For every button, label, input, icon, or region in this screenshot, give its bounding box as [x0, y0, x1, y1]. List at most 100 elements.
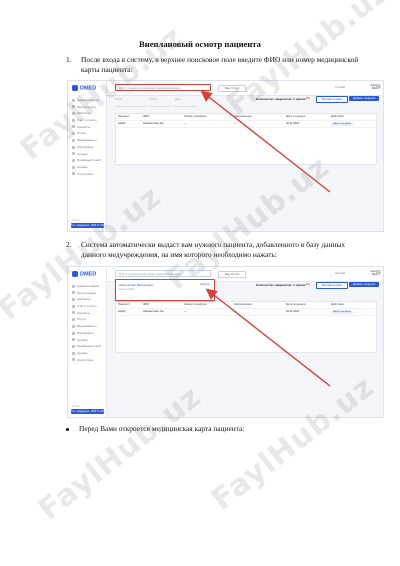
sidebar-item-label: Расписание	[77, 330, 94, 335]
sidebar-item-label: Регистратура	[77, 290, 96, 295]
table-cell: Арабх	[118, 122, 126, 125]
menu-icon	[72, 145, 75, 149]
sidebar-item-label: Архивы	[77, 350, 88, 355]
sidebar-item-label: Архивы	[77, 164, 88, 169]
version-label: v1.0.0	[72, 219, 80, 222]
add-patient-button[interactable]: Добавить пациента	[349, 282, 379, 287]
services-button[interactable]: Мед. Услуги	[218, 271, 246, 278]
column-header: Номер телефона	[184, 115, 207, 118]
add-patient-button[interactable]: Добавить пациента	[349, 96, 379, 101]
menu-icon	[72, 331, 75, 335]
sidebar-item[interactable]: Склады	[72, 337, 101, 344]
language-selector[interactable]: Русский	[335, 272, 345, 275]
sidebar-item-label: Склады	[77, 151, 88, 156]
appointment-chip[interactable]: Запись на приём	[331, 122, 354, 126]
avatar[interactable]	[376, 84, 381, 89]
result-card-number: Карта №0001	[119, 288, 136, 291]
count-badge: 2/3	[306, 97, 310, 100]
sidebar-item-label: Учёт и отчёты	[77, 304, 97, 309]
table-row[interactable]: Арабх Амонов Гаёс Ам. — — 26.11.2021 Зап…	[116, 309, 376, 316]
sidebar-item[interactable]: Архивы	[72, 164, 101, 171]
language-selector[interactable]: Русский	[335, 86, 345, 89]
sidebar-item-label: Статистика	[77, 357, 93, 362]
table-cell: Амонов Гаёс Ам.	[143, 310, 165, 313]
table-cell: 26.11.2021	[286, 122, 300, 125]
filter-field[interactable]	[115, 103, 145, 107]
sidebar-item[interactable]: Медикаменты	[72, 137, 101, 144]
sidebar-item-label: Услуги	[77, 317, 87, 322]
avatar[interactable]	[376, 270, 381, 275]
menu-icon	[72, 298, 75, 302]
filter-label: Дата	[175, 98, 181, 101]
sidebar-item[interactable]: Администрация	[72, 283, 101, 290]
sidebar-item[interactable]: Контакты	[72, 310, 101, 317]
filter-field[interactable]	[175, 103, 197, 107]
support-banner[interactable]: Тех. поддержка: +998 71 200-00-00	[71, 409, 104, 414]
filter-label: Статус	[149, 98, 158, 101]
menu-icon	[72, 318, 75, 322]
table-cell: —	[184, 122, 187, 125]
sidebar-item-label: Кабинеты	[77, 297, 91, 302]
sidebar-item[interactable]: Учёт и отчёты	[72, 303, 101, 310]
table-row[interactable]: Арабх Амонов Гаёс Ам. — — 26.11.2021 Зап…	[116, 121, 376, 128]
appointment-chip[interactable]: Запись на приём	[331, 310, 354, 314]
menu-icon	[72, 172, 75, 176]
sidebar-item[interactable]: Медикаменты	[72, 323, 101, 330]
sidebar-item[interactable]: Кабинеты	[72, 296, 101, 303]
sidebar-item[interactable]: Регистратура	[72, 290, 101, 297]
sidebar-item-label: Контакты	[77, 310, 90, 315]
sidebar-item[interactable]: Услуги	[72, 316, 101, 323]
sidebar-item-label: Приёмный покой	[77, 344, 101, 349]
sidebar-item[interactable]: Склады	[72, 151, 101, 158]
table-header: Пациент ФИО Номер телефона Направление Д…	[116, 302, 376, 309]
menu-icon	[72, 311, 75, 315]
table-cell: Арабх	[118, 310, 126, 313]
open-card-link[interactable]: Открыть	[200, 283, 210, 286]
menu-icon	[72, 338, 75, 342]
filter-field[interactable]	[149, 103, 171, 107]
sidebar-item-label: Расписание	[77, 144, 94, 149]
column-header: Дата создания	[286, 303, 306, 306]
table-cell: —	[234, 310, 237, 313]
menu-icon	[72, 165, 75, 169]
external-calls-button[interactable]: Внешние вызовы	[316, 282, 348, 289]
table-cell: —	[184, 310, 187, 313]
menu-icon	[72, 358, 75, 362]
sidebar-item[interactable]: Приёмный покой	[72, 157, 101, 164]
sidebar-item-label: Склады	[77, 337, 88, 342]
menu-icon	[72, 291, 75, 295]
sidebar-item-label: Медикаменты	[77, 324, 97, 329]
column-header: Пациент	[118, 115, 130, 118]
sidebar-item-label: Приёмный покой	[77, 158, 101, 163]
count-badge: 2/3	[306, 283, 310, 286]
sidebar-item[interactable]: Расписание	[72, 144, 101, 151]
menu-icon	[72, 284, 75, 288]
sidebar-menu: Администрация Регистратура Кабинеты Учёт…	[72, 283, 101, 363]
menu-icon	[72, 152, 75, 156]
sidebar: DMED Администрация Регистратура Кабинеты…	[68, 267, 107, 417]
menu-icon	[72, 158, 75, 162]
external-calls-button[interactable]: Внешние вызовы	[316, 96, 348, 103]
menu-icon	[72, 324, 75, 328]
sidebar-item-label: Медикаменты	[77, 138, 97, 143]
patients-table: Пациент ФИО Номер телефона Направление Д…	[115, 113, 377, 165]
table-cell: 26.11.2021	[286, 310, 300, 313]
sidebar-item[interactable]: Расписание	[72, 330, 101, 337]
table-cell: —	[234, 122, 237, 125]
column-header: Номер телефона	[184, 303, 207, 306]
column-header: ФИО	[143, 115, 150, 118]
sidebar-item[interactable]: Статистика	[72, 357, 101, 364]
column-header: Дата создания	[286, 115, 306, 118]
menu-icon	[72, 138, 75, 142]
result-patient-name[interactable]: Амонов Гаёс Фарходович	[119, 283, 153, 287]
column-header: Действия	[331, 115, 344, 118]
sidebar-item-label: Статистика	[77, 171, 93, 176]
bullet-icon	[66, 427, 69, 431]
sidebar-item[interactable]: Архивы	[72, 350, 101, 357]
version-label: v1.0.0	[72, 405, 80, 408]
table-cell: Амонов Гаёс Ам.	[143, 122, 165, 125]
step-number: 1.	[66, 55, 72, 64]
sidebar-item[interactable]: Статистика	[72, 171, 101, 178]
sidebar-item[interactable]: Приёмный покой	[72, 343, 101, 350]
column-header: Направление	[234, 303, 252, 306]
